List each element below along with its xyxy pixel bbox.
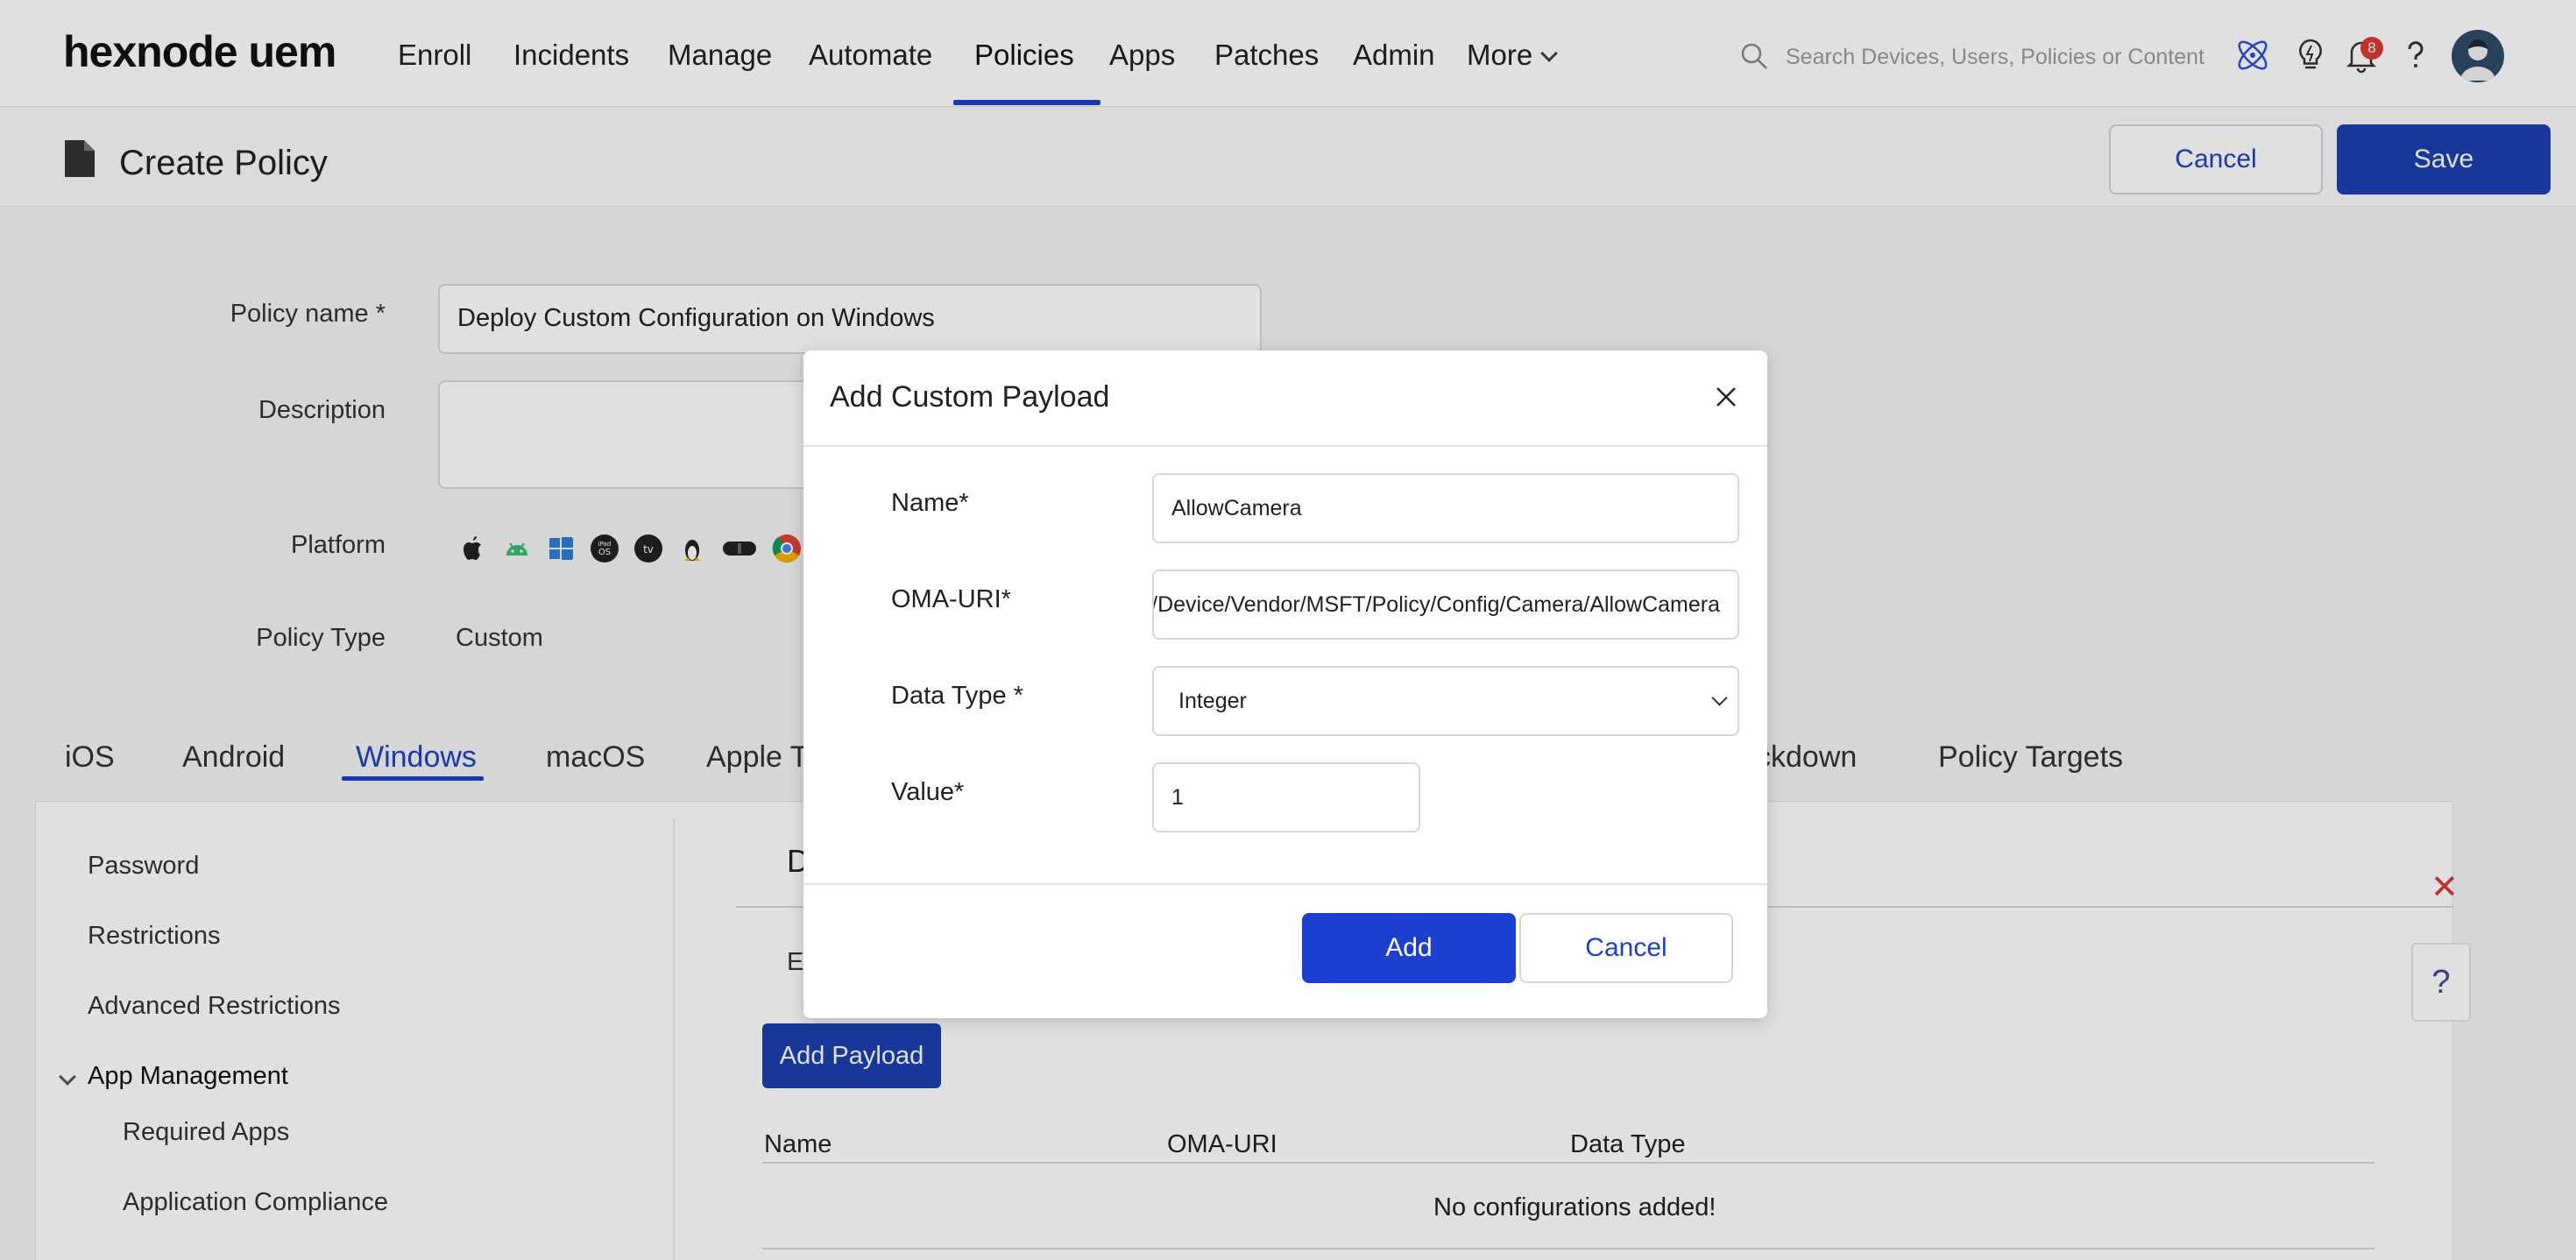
value-label: Value* [891,778,965,806]
add-custom-payload-dialog: Add Custom Payload Name* AllowCamera OMA… [803,350,1767,1018]
dialog-title: Add Custom Payload [830,380,1110,414]
dialog-footer-divider [803,883,1767,885]
value-input[interactable]: 1 [1152,762,1420,832]
dialog-cancel-button[interactable]: Cancel [1519,913,1733,983]
oma-uri-input[interactable]: ./Device/Vendor/MSFT/Policy/Config/Camer… [1152,570,1739,640]
oma-uri-value: ./Device/Vendor/MSFT/Policy/Config/Camer… [1152,592,1720,617]
chevron-down-icon [1711,690,1728,706]
close-icon[interactable] [1713,384,1739,410]
dialog-add-button[interactable]: Add [1302,913,1516,983]
oma-uri-label: OMA-URI* [891,585,1011,613]
dialog-header-divider [803,445,1767,447]
data-type-selected-value: Integer [1178,689,1247,713]
payload-name-input[interactable]: AllowCamera [1152,473,1739,543]
data-type-label: Data Type * [891,682,1024,710]
payload-name-label: Name* [891,489,969,517]
data-type-select[interactable]: Integer [1152,666,1739,736]
